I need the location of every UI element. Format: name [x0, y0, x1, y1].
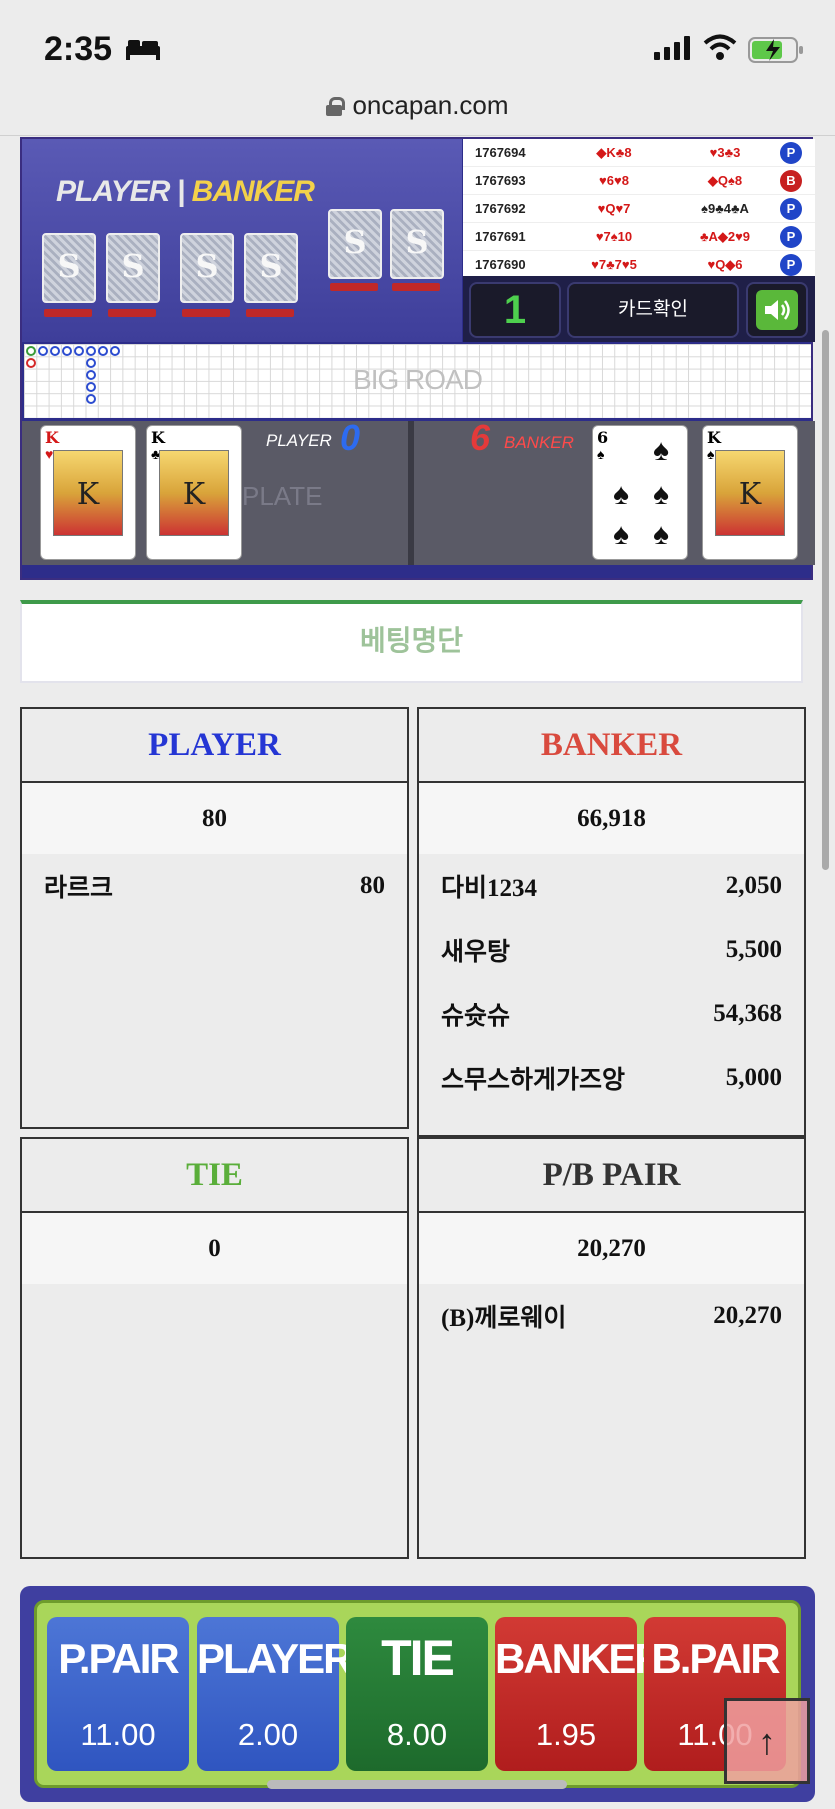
list-item: 스무스하게가즈앙 5,000	[441, 1064, 782, 1094]
status-bar: 2:35	[0, 0, 835, 82]
road-marker	[86, 370, 96, 380]
card-check-button[interactable]: 카드확인	[567, 282, 739, 338]
bet-button-bar: P.PAIR 11.00 PLAYER 2.00 TIE 8.00 BANKER…	[20, 1586, 815, 1802]
road-marker	[98, 346, 108, 356]
road-marker	[74, 346, 84, 356]
player-score-label: PLAYER	[266, 431, 332, 450]
battery-icon	[748, 37, 803, 63]
card-slot	[182, 309, 230, 317]
tie-bet-button[interactable]: TIE 8.00	[346, 1617, 488, 1771]
sound-button[interactable]	[746, 282, 808, 338]
road-marker	[38, 346, 48, 356]
road-marker	[110, 346, 120, 356]
result-badge: P	[780, 197, 802, 220]
round-history: 1767694 ◆K♣8 ♥3♣3 P 1767693 ♥6♥8 ◆Q♠8 B …	[463, 139, 815, 279]
p-pair-bet-button[interactable]: P.PAIR 11.00	[47, 1617, 189, 1771]
plate-watermark: PLATE	[242, 481, 323, 511]
arrow-up-icon: ↑	[758, 1721, 776, 1762]
banker-bets-title: BANKER	[419, 709, 804, 783]
player-bets-panel: PLAYER 80 라르크 80	[20, 707, 409, 1129]
result-badge: B	[780, 169, 802, 192]
player-bets-total: 80	[22, 783, 407, 854]
history-row: 1767691 ♥7♠10 ♣A◆2♥9 P	[463, 223, 815, 251]
banker-bet-button[interactable]: BANKER 1.95	[495, 1617, 665, 1771]
road-marker	[86, 346, 96, 356]
banker-card-1: 6 ♠ ♠ ♠ ♠ ♠ ♠	[592, 425, 688, 560]
player-card-1: K ♥	[40, 425, 136, 560]
player-card-2: K ♣	[146, 425, 242, 560]
history-row: 1767690 ♥7♣7♥5 ♥Q◆6 P	[463, 251, 815, 279]
pair-bets-panel: P/B PAIR 20,270 (B)께로웨이 20,270	[417, 1137, 806, 1559]
speaker-icon	[756, 290, 798, 330]
player-bet-button[interactable]: PLAYER 2.00	[197, 1617, 354, 1771]
list-item: 다비1234 2,050	[441, 872, 782, 902]
banker-score-label: BANKER	[504, 433, 574, 452]
road-marker	[26, 346, 36, 356]
list-item: 슈슛슈 54,368	[441, 1000, 782, 1030]
card-slot	[330, 283, 378, 291]
player-bets-title: PLAYER	[22, 709, 407, 783]
result-badge: P	[780, 225, 802, 248]
big-road-label: BIG ROAD	[353, 364, 483, 395]
banker-bets-total: 66,918	[419, 783, 804, 854]
list-item: 새우탕 5,500	[441, 936, 782, 966]
video-card: S	[328, 209, 382, 279]
video-card: S	[244, 233, 298, 303]
bet-list-title: 베팅명단	[20, 600, 803, 683]
card-table: PLATE K ♥ K ♣ PLAYER 0 6 BANKER 6 ♠ ♠ ♠ …	[22, 417, 815, 565]
control-bar: 1 카드확인	[463, 276, 815, 342]
result-badge: P	[780, 141, 802, 164]
clock: 2:35	[44, 30, 113, 68]
list-item: 라르크 80	[44, 872, 385, 902]
history-row: 1767692 ♥Q♥7 ♠9♣4♣A P	[463, 195, 815, 223]
url-text: oncapan.com	[352, 90, 509, 120]
road-marker	[26, 358, 36, 368]
road-marker	[86, 382, 96, 392]
history-row: 1767693 ♥6♥8 ◆Q♠8 B	[463, 167, 815, 195]
wifi-icon	[703, 34, 737, 60]
video-table-title: PLAYER | BANKER	[56, 175, 315, 208]
player-score: 0	[340, 417, 361, 458]
banker-bets-panel: BANKER 66,918 다비1234 2,050 새우탕 5,500 슈슛슈 54…	[417, 707, 806, 1137]
road-marker	[62, 346, 72, 356]
round-counter: 1	[469, 282, 561, 338]
banker-card-2: K ♠	[702, 425, 798, 560]
road-marker	[50, 346, 60, 356]
lock-icon	[326, 97, 346, 116]
pair-bets-total: 20,270	[419, 1213, 804, 1284]
history-row: 1767694 ◆K♣8 ♥3♣3 P	[463, 139, 815, 167]
pair-bets-title: P/B PAIR	[419, 1139, 804, 1213]
result-badge: P	[780, 253, 802, 276]
card-slot	[44, 309, 92, 317]
card-slot	[246, 309, 294, 317]
video-card: S	[42, 233, 96, 303]
video-card: S	[390, 209, 444, 279]
list-item: (B)께로웨이 20,270	[441, 1302, 782, 1332]
road-marker	[86, 394, 96, 404]
tie-bets-total: 0	[22, 1213, 407, 1284]
game-panel: PLAYER | BANKER S S S S S S 1767694 ◆K♣8…	[20, 137, 815, 580]
big-road-board: BIG ROAD	[24, 344, 811, 418]
card-slot	[108, 309, 156, 317]
video-card: S	[106, 233, 160, 303]
home-indicator	[267, 1780, 567, 1789]
card-slot	[392, 283, 440, 291]
live-video: PLAYER | BANKER S S S S S S	[22, 139, 462, 342]
video-card: S	[180, 233, 234, 303]
scroll-to-top-button[interactable]: ↑	[724, 1698, 810, 1784]
address-bar[interactable]: oncapan.com	[0, 82, 835, 136]
road-marker	[86, 358, 96, 368]
sleep-mode-icon	[126, 40, 160, 60]
tie-bets-panel: TIE 0	[20, 1137, 409, 1559]
banker-score: 6	[470, 417, 491, 458]
page-scrollbar[interactable]	[822, 330, 829, 870]
cellular-signal-icon	[654, 36, 690, 60]
tie-bets-title: TIE	[22, 1139, 407, 1213]
